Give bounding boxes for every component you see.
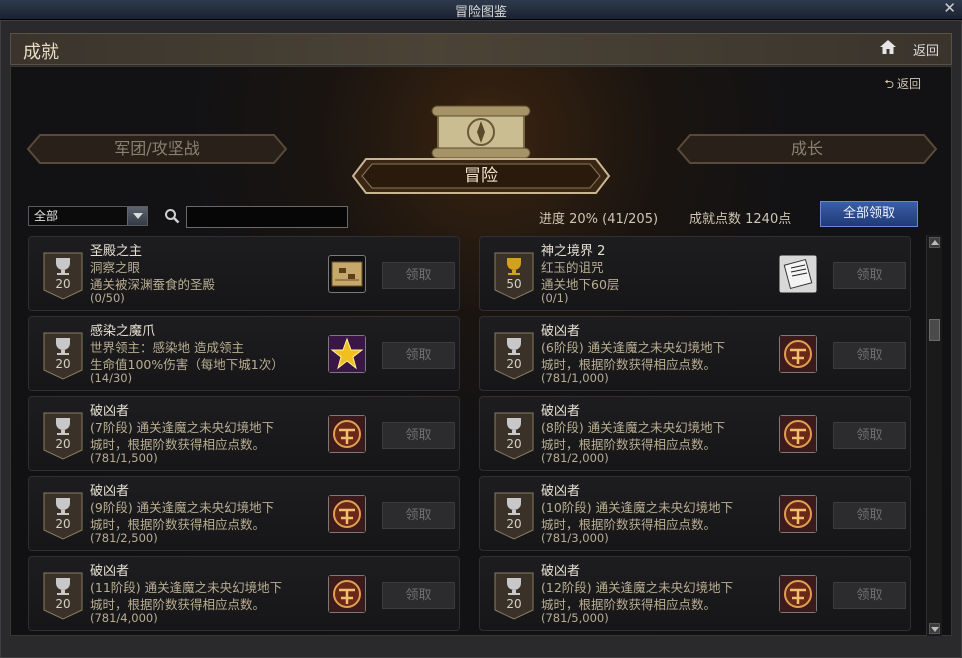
home-icon[interactable]: [879, 38, 897, 56]
points-badge: 20: [43, 492, 83, 540]
points-value: 20: [55, 437, 71, 451]
achievement-card: 20 圣殿之主 洞察之眼 通关被深渊蚕食的圣殿 (0/50) 领取: [28, 236, 460, 311]
adventure-scroll-emblem-icon: [431, 98, 531, 162]
achievement-card: 20 破凶者 (11阶段) 通关逢魔之未央幻境地下 城时，根据阶数获得相应点数。 (78…: [28, 556, 460, 631]
points-badge: 20: [43, 412, 83, 460]
achievement-points-text: 成就点数 1240点: [689, 212, 792, 227]
trophy-badge-icon: [43, 252, 83, 300]
tab-adventure[interactable]: 冒险: [350, 156, 612, 196]
tab-legion-raid[interactable]: 军团/攻坚战: [26, 133, 288, 165]
achievement-progress: (0/50): [90, 291, 125, 305]
claim-button[interactable]: 领取: [833, 342, 906, 369]
points-value: 20: [506, 517, 522, 531]
demon-emblem-icon: [779, 415, 817, 453]
return-arrow-icon: ⮌: [884, 77, 894, 91]
demon-emblem-icon: [328, 495, 366, 533]
search-icon[interactable]: [164, 208, 180, 224]
claim-button[interactable]: 领取: [833, 262, 906, 289]
trophy-badge-icon: [43, 332, 83, 380]
trophy-badge-icon: [43, 492, 83, 540]
claim-button[interactable]: 领取: [382, 342, 455, 369]
tab-adventure-label: 冒险: [464, 166, 498, 186]
map-scroll-icon: [328, 255, 366, 293]
demon-emblem-icon: [779, 575, 817, 613]
tab-growth-label: 成长: [790, 139, 823, 158]
points-value: 50: [506, 277, 522, 291]
achievement-progress: (0/1): [541, 291, 569, 305]
category-select-value: 全部: [34, 209, 59, 223]
points-badge: 20: [43, 332, 83, 380]
achievement-card: 20 破凶者 (9阶段) 通关逢魔之未央幻境地下 城时，根据阶数获得相应点数。 (781…: [28, 476, 460, 551]
points-value: 20: [506, 437, 522, 451]
chevron-down-icon[interactable]: [127, 207, 147, 225]
demon-emblem-icon: [779, 495, 817, 533]
points-badge: 20: [43, 252, 83, 300]
achievement-progress: (781/1,500): [90, 451, 158, 465]
points-value: 20: [55, 517, 71, 531]
points-badge: 50: [494, 252, 534, 300]
paper-scroll-icon: [779, 255, 817, 293]
achievement-card: 20 破凶者 (6阶段) 通关逢魔之未央幻境地下 城时，根据阶数获得相应点数。 (781…: [479, 316, 911, 391]
points-badge: 20: [494, 572, 534, 620]
trophy-badge-icon: [43, 412, 83, 460]
scroll-down-arrow-icon[interactable]: [929, 623, 940, 634]
achievement-progress: (781/1,000): [541, 371, 609, 385]
achievement-card: 20 破凶者 (12阶段) 通关逢魔之未央幻境地下 城时，根据阶数获得相应点数。 (78…: [479, 556, 911, 631]
tab-legion-raid-label: 军团/攻坚战: [114, 139, 200, 158]
trophy-badge-icon: [43, 572, 83, 620]
achievement-progress: (781/5,000): [541, 611, 609, 625]
points-value: 20: [506, 357, 522, 371]
points-value: 20: [55, 277, 71, 291]
achievement-card: 20 感染之魔爪 世界领主：感染地 造成领主 生命值100%伤害（每地下城1次） (14…: [28, 316, 460, 391]
demon-emblem-icon: [328, 415, 366, 453]
sub-back-button[interactable]: ⮌ 返回: [884, 75, 921, 96]
section-header: 成就 返回: [10, 33, 952, 65]
tab-growth[interactable]: 成长: [676, 133, 938, 165]
window-title: 冒险图鉴: [454, 5, 507, 20]
trophy-badge-icon: [494, 492, 534, 540]
achievement-progress: (14/30): [90, 371, 133, 385]
page-title: 成就: [23, 42, 59, 63]
claim-button[interactable]: 领取: [833, 502, 906, 529]
trophy-badge-icon: [494, 252, 534, 300]
points-badge: 20: [494, 492, 534, 540]
points-badge: 20: [43, 572, 83, 620]
points-value: 20: [55, 597, 71, 611]
achievement-card: 20 破凶者 (8阶段) 通关逢魔之未央幻境地下 城时，根据阶数获得相应点数。 (781…: [479, 396, 911, 471]
claim-button[interactable]: 领取: [833, 582, 906, 609]
achievement-card: 20 破凶者 (10阶段) 通关逢魔之未央幻境地下 城时，根据阶数获得相应点数。 (78…: [479, 476, 911, 551]
search-input[interactable]: [186, 206, 348, 228]
scrollbar[interactable]: [926, 235, 942, 636]
back-button[interactable]: 返回: [913, 40, 939, 59]
achievement-card: 20 破凶者 (7阶段) 通关逢魔之未央幻境地下 城时，根据阶数获得相应点数。 (781…: [28, 396, 460, 471]
scroll-up-arrow-icon[interactable]: [929, 237, 940, 248]
achievement-list: 20 圣殿之主 洞察之眼 通关被深渊蚕食的圣殿 (0/50) 领取 50 神之境界 2 红玉的诅…: [28, 236, 916, 636]
achievement-progress: (781/3,000): [541, 531, 609, 545]
points-badge: 20: [494, 412, 534, 460]
scroll-thumb[interactable]: [929, 319, 940, 341]
title-bar: 冒险图鉴 ✕: [0, 0, 962, 20]
points-value: 20: [506, 597, 522, 611]
claim-button[interactable]: 领取: [382, 422, 455, 449]
progress-text: 进度 20% (41/205): [539, 212, 659, 227]
claim-button[interactable]: 领取: [382, 262, 455, 289]
trophy-badge-icon: [494, 572, 534, 620]
trophy-badge-icon: [494, 412, 534, 460]
achievement-card: 50 神之境界 2 红玉的诅咒 通关地下60层 (0/1) 领取: [479, 236, 911, 311]
category-select[interactable]: 全部: [28, 206, 148, 226]
claim-button[interactable]: 领取: [833, 422, 906, 449]
achievement-progress: (781/2,000): [541, 451, 609, 465]
close-icon[interactable]: ✕: [943, 0, 956, 17]
achievement-progress: (781/4,000): [90, 611, 158, 625]
claim-button[interactable]: 领取: [382, 582, 455, 609]
claim-button[interactable]: 领取: [382, 502, 455, 529]
points-value: 20: [55, 357, 71, 371]
claim-all-button[interactable]: 全部领取: [820, 201, 918, 227]
demon-emblem-icon: [328, 575, 366, 613]
trophy-badge-icon: [494, 332, 534, 380]
achievement-progress: (781/2,500): [90, 531, 158, 545]
demon-emblem-icon: [779, 335, 817, 373]
points-badge: 20: [494, 332, 534, 380]
golden-star-icon: [328, 335, 366, 373]
